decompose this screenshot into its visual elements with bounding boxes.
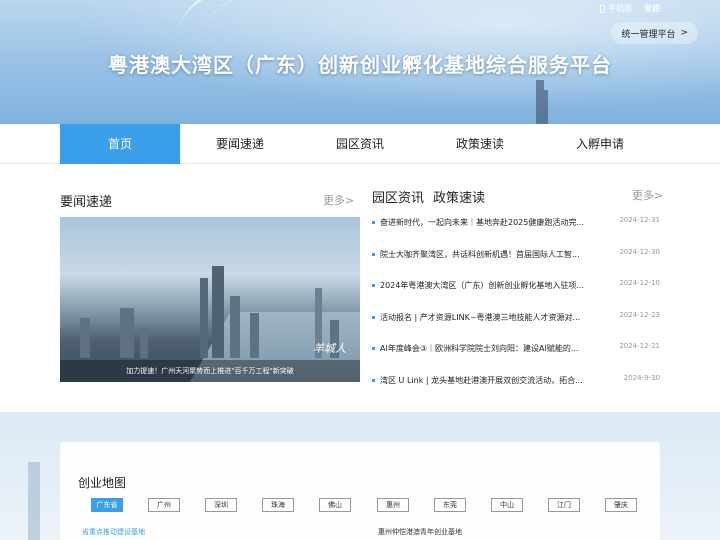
nav-item-park-info[interactable]: 园区资讯 [300, 124, 420, 164]
list-item[interactable]: AI年度峰会③｜欧洲科学院院士刘向阳：建设AI赋能的... 2024-12-21 [372, 336, 662, 368]
building [120, 308, 134, 358]
news-title[interactable]: 活动报名 | 产才资源LINK~粤港澳三地技能人才资源对... [380, 312, 598, 323]
top-links: 手机版 繁體 [600, 3, 660, 14]
building [80, 318, 90, 358]
list-item[interactable]: 奋进新时代，一起向未来｜基地奔赴2025健康跑活动完... 2024-12-31 [372, 210, 662, 242]
region-guangzhou[interactable]: 广州 [148, 498, 180, 512]
news-title[interactable]: 2024年粤港澳大湾区（广东）创新创业孵化基地入驻项... [380, 280, 598, 291]
news-date: 2024-12-23 [619, 310, 660, 319]
list-item[interactable]: 院士大咖齐聚湾区，共话科创新机遇！首届国际人工智... 2024-12-30 [372, 242, 662, 274]
tab-policy[interactable]: 政策速读 [433, 187, 485, 206]
nav-item-policy[interactable]: 政策速读 [420, 124, 540, 164]
news-title[interactable]: 院士大咖齐聚湾区，共话科创新机遇！首届国际人工智... [380, 249, 598, 260]
mgmt-platform-button[interactable]: 统一管理平台 > [611, 22, 698, 44]
news-date: 2024-12-31 [619, 216, 660, 224]
building [212, 266, 224, 358]
map-sub-left[interactable]: 省重点推动建设基地 [82, 527, 145, 537]
news-date: 2024-12-30 [619, 247, 660, 256]
nav-item-home[interactable]: 首页 [60, 124, 180, 164]
news-more-link[interactable]: 更多> [323, 192, 354, 208]
list-item[interactable]: 2024年粤港澳大湾区（广东）创新创业孵化基地入驻项... 2024-12-10 [372, 273, 662, 305]
region-shenzhen[interactable]: 深圳 [205, 498, 237, 512]
bullet-icon [372, 378, 375, 382]
traditional-link[interactable]: 繁體 [644, 3, 660, 14]
mgmt-platform-label: 统一管理平台 [621, 29, 676, 40]
bullet-icon [372, 252, 375, 256]
startup-map-section: 创业地图 广东省 广州 深圳 珠海 佛山 惠州 东莞 中山 江门 肇庆 省重点推… [0, 412, 720, 540]
region-filter: 广东省 广州 深圳 珠海 佛山 惠州 东莞 中山 江门 肇庆 [0, 498, 637, 514]
bullet-icon [372, 347, 375, 350]
bridge-tower [544, 90, 548, 124]
park-news-more-link[interactable]: 更多> [632, 187, 663, 203]
featured-news-caption[interactable]: 加力提速！广州天河聚势而上推进"百千万工程"新突破 [60, 360, 360, 382]
mobile-link[interactable]: 手机版 [600, 3, 632, 14]
region-huizhou[interactable]: 惠州 [377, 498, 409, 512]
signature: 羊城人 [313, 342, 346, 355]
nav-item-apply[interactable]: 入孵申请 [540, 124, 660, 164]
region-foshan[interactable]: 佛山 [319, 498, 351, 512]
region-zhaoqing[interactable]: 肇庆 [605, 498, 637, 512]
map-section-title: 创业地图 [78, 476, 127, 490]
map-card [60, 442, 660, 540]
region-dongguan[interactable]: 东莞 [434, 498, 466, 512]
news-date: 2024-12-10 [619, 279, 660, 287]
bullet-icon [372, 221, 375, 224]
tab-park-info[interactable]: 园区资讯 [372, 187, 424, 206]
list-item[interactable]: 湾区 U Link | 龙头基地赴港澳开展双创交流活动，拓合... 2024-9… [372, 368, 662, 400]
map-sub-right[interactable]: 惠州仲恺港澳青年创业基地 [378, 527, 462, 537]
main-nav: 首页 要闻速递 园区资讯 政策速读 入孵申请 [0, 124, 720, 164]
bullet-icon [372, 284, 375, 287]
region-jiangmen[interactable]: 江门 [548, 498, 580, 512]
building [140, 328, 148, 358]
news-title[interactable]: 湾区 U Link | 龙头基地赴港澳开展双创交流活动，拓合... [380, 375, 598, 386]
building [230, 296, 240, 358]
bullet-icon [372, 315, 375, 319]
mobile-label: 手机版 [608, 4, 632, 13]
building [200, 278, 208, 358]
list-item[interactable]: 活动报名 | 产才资源LINK~粤港澳三地技能人才资源对... 2024-12-… [372, 305, 662, 337]
news-date: 2024-12-21 [619, 342, 660, 350]
region-guangdong[interactable]: 广东省 [91, 498, 123, 512]
featured-news-image[interactable]: 羊城人 加力提速！广州天河聚势而上推进"百千万工程"新突破 [60, 217, 360, 382]
nav-item-news[interactable]: 要闻速递 [180, 124, 300, 164]
bridge-tower [536, 80, 544, 124]
park-news-list: 奋进新时代，一起向未来｜基地奔赴2025健康跑活动完... 2024-12-31… [372, 210, 662, 399]
news-title[interactable]: AI年度峰会③｜欧洲科学院院士刘向阳：建设AI赋能的... [380, 343, 598, 354]
news-title[interactable]: 奋进新时代，一起向未来｜基地奔赴2025健康跑活动完... [380, 217, 598, 228]
building [250, 313, 259, 358]
news-date: 2024-9-30 [623, 373, 660, 382]
chevron-right-icon: > [680, 28, 688, 38]
site-title: 粤港澳大湾区（广东）创新创业孵化基地综合服务平台 [108, 53, 612, 77]
phone-icon [600, 4, 605, 13]
news-section-title: 要闻速递 [60, 195, 113, 210]
region-zhongshan[interactable]: 中山 [491, 498, 523, 512]
header-banner: 手机版 繁體 统一管理平台 > 粤港澳大湾区（广东）创新创业孵化基地综合服务平台 [0, 0, 720, 124]
region-zhuhai[interactable]: 珠海 [262, 498, 294, 512]
